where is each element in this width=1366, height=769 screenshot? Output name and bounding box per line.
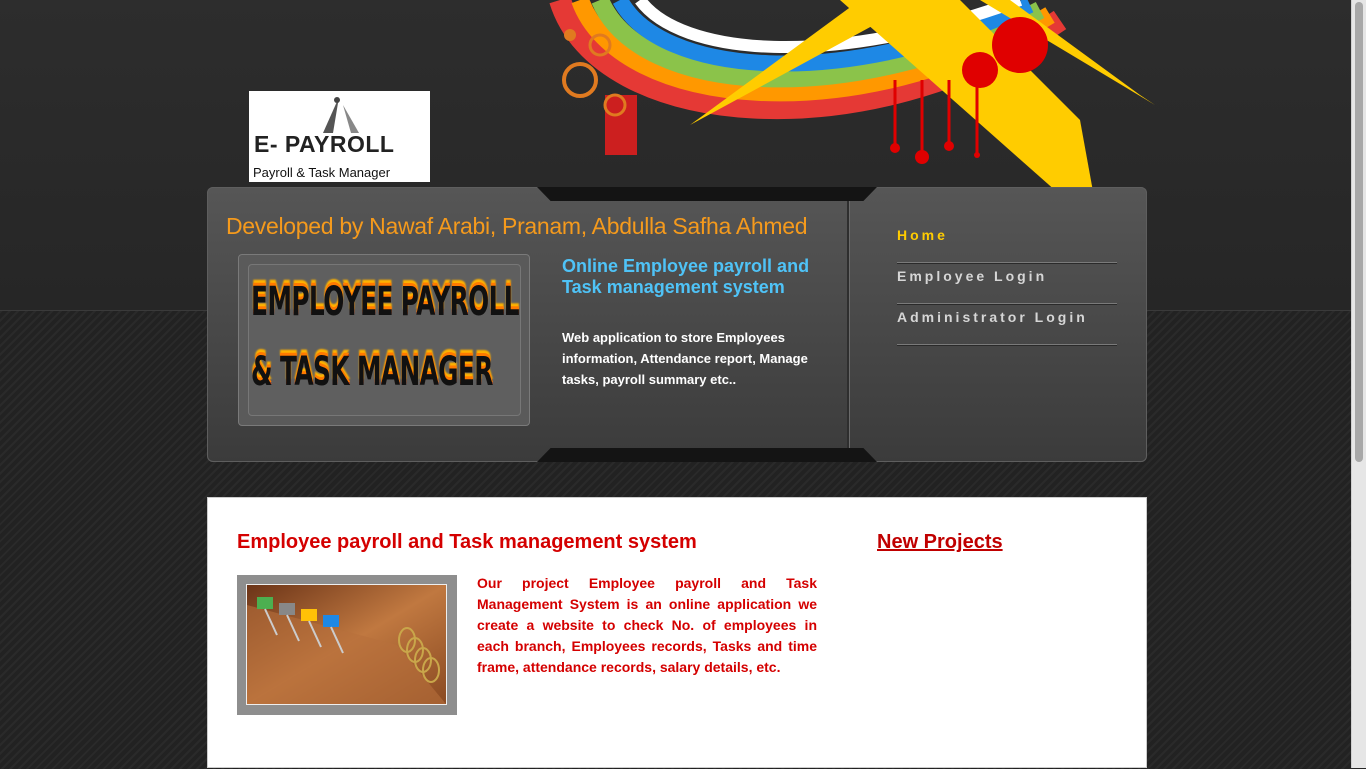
nav-item-employee-login[interactable]: Employee Login xyxy=(897,264,1117,304)
site-logo[interactable]: E- PAYROLL Payroll & Task Manager xyxy=(249,91,430,182)
main-content: Employee payroll and Task management sys… xyxy=(207,497,1147,768)
panel-notch-top xyxy=(537,187,877,201)
new-projects-link[interactable]: New Projects xyxy=(877,531,1003,554)
intro-title: Online Employee payroll and Task managem… xyxy=(562,256,810,297)
banner-frame: EMPLOYEE PAYROLL & TASK MANAGER xyxy=(238,254,530,426)
logo-subtitle: Payroll & Task Manager xyxy=(253,165,391,180)
vertical-scrollbar[interactable] xyxy=(1351,0,1366,768)
content-description: Our project Employee payroll and Task Ma… xyxy=(477,575,817,675)
logo-title: E- PAYROLL xyxy=(254,131,395,157)
panel-divider xyxy=(847,201,850,448)
banner-text-line-2: & TASK MANAGER xyxy=(251,349,493,395)
developer-credit: Developed by Nawaf Arabi, Pranam, Abdull… xyxy=(226,213,808,239)
panel-notch-bottom xyxy=(537,448,877,462)
main-navigation: Home Employee Login Administrator Login xyxy=(897,223,1117,345)
logo-mark-icon xyxy=(323,97,359,133)
content-title: Employee payroll and Task management sys… xyxy=(237,531,697,553)
scrollbar-thumb[interactable] xyxy=(1355,2,1363,462)
nav-item-home[interactable]: Home xyxy=(897,223,1117,263)
photo-frame xyxy=(237,575,457,715)
header-panel: Developed by Nawaf Arabi, Pranam, Abdull… xyxy=(207,187,1147,462)
banner-image: EMPLOYEE PAYROLL & TASK MANAGER xyxy=(248,264,521,416)
banner-text-line-1: EMPLOYEE PAYROLL xyxy=(251,279,520,325)
nav-item-administrator-login[interactable]: Administrator Login xyxy=(897,305,1117,345)
binder-clips-photo xyxy=(246,584,447,705)
binder-clips-illustration xyxy=(247,585,446,704)
intro-description: Web application to store Employees infor… xyxy=(562,330,808,387)
